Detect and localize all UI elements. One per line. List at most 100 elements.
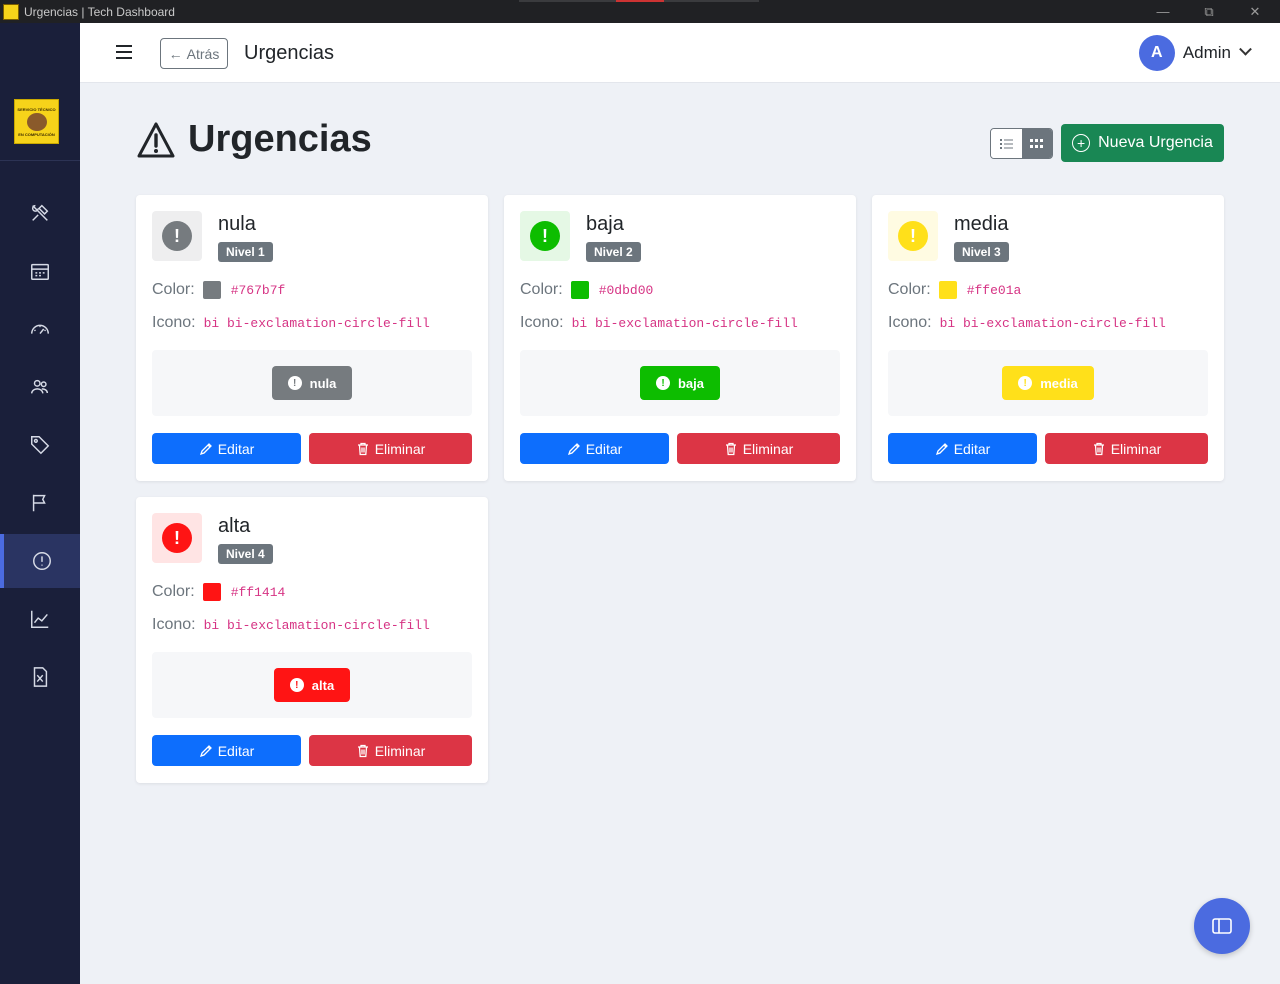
pencil-icon bbox=[935, 442, 948, 455]
speedometer-icon bbox=[31, 324, 49, 335]
urgency-card: ! baja Nivel 2 Color: #0dbd00 Icono: bi … bbox=[504, 195, 856, 481]
exclamation-circle-icon: ! bbox=[1018, 376, 1033, 390]
logo-text-top: SERVICIO TÉCNICO bbox=[17, 106, 56, 112]
list-view-button[interactable] bbox=[991, 129, 1022, 158]
exclamation-circle-icon: ! bbox=[162, 523, 192, 553]
view-toggle bbox=[990, 128, 1053, 159]
sidebar-toggle-fab[interactable] bbox=[1194, 898, 1250, 954]
badge-preview: ! nula bbox=[152, 350, 472, 416]
icon-label: Icono: bbox=[152, 314, 196, 331]
preview-badge: ! nula bbox=[271, 366, 353, 400]
edit-label: Editar bbox=[217, 742, 255, 759]
delete-button[interactable]: Eliminar bbox=[309, 735, 472, 766]
sidebar-item-tools[interactable] bbox=[0, 186, 80, 240]
preview-badge: ! media bbox=[1002, 366, 1094, 400]
color-code: #ffe01a bbox=[966, 282, 1022, 298]
icon-row: Icono: bi bi-exclamation-circle-fill bbox=[520, 314, 798, 332]
badge-preview: ! baja bbox=[520, 350, 840, 416]
urgency-name: media bbox=[954, 213, 1009, 235]
icon-row: Icono: bi bi-exclamation-circle-fill bbox=[152, 616, 430, 634]
sidebar-item-users[interactable] bbox=[0, 360, 80, 414]
icon-class-code: bi bi-exclamation-circle-fill bbox=[571, 315, 798, 331]
back-label: Atrás bbox=[186, 45, 220, 62]
pencil-icon bbox=[199, 744, 212, 757]
edit-label: Editar bbox=[585, 440, 623, 457]
logo[interactable]: SERVICIO TÉCNICO EN COMPUTACIÓN bbox=[14, 99, 59, 144]
icon-row: Icono: bi bi-exclamation-circle-fill bbox=[152, 314, 430, 332]
delete-button[interactable]: Eliminar bbox=[1045, 433, 1208, 464]
preview-badge: ! baja bbox=[639, 366, 720, 400]
urgency-card: ! media Nivel 3 Color: #ffe01a Icono: bi… bbox=[872, 195, 1224, 481]
color-row: Color: #ffe01a bbox=[888, 281, 1021, 299]
arrow-left-icon: ← bbox=[168, 45, 183, 62]
page-heading: Urgencias bbox=[136, 118, 372, 161]
grid-view-button[interactable] bbox=[1021, 129, 1052, 158]
logo-text-bottom: EN COMPUTACIÓN bbox=[18, 131, 55, 137]
delete-label: Eliminar bbox=[374, 742, 426, 759]
edit-button[interactable]: Editar bbox=[152, 735, 301, 766]
tools-icon bbox=[31, 204, 49, 221]
sidebar-item-urgencias[interactable] bbox=[0, 534, 80, 588]
color-code: #767b7f bbox=[230, 282, 286, 298]
icon-class-code: bi bi-exclamation-circle-fill bbox=[939, 315, 1166, 331]
urgency-name: nula bbox=[218, 213, 256, 235]
trash-icon bbox=[357, 442, 368, 455]
plus-circle-icon: + bbox=[1072, 134, 1091, 152]
sidebar-item-tags[interactable] bbox=[0, 418, 80, 472]
color-code: #ff1414 bbox=[230, 584, 286, 600]
new-urgency-button[interactable]: + Nueva Urgencia bbox=[1061, 124, 1224, 162]
sidebar-item-flags[interactable] bbox=[0, 476, 80, 530]
trash-icon bbox=[725, 442, 736, 455]
edit-label: Editar bbox=[217, 440, 255, 457]
window-title: Urgencias | Tech Dashboard bbox=[24, 4, 175, 19]
edit-button[interactable]: Editar bbox=[520, 433, 669, 464]
hamburger-menu-icon[interactable] bbox=[116, 45, 132, 59]
exclamation-circle-icon: ! bbox=[289, 678, 304, 692]
sidebar-divider bbox=[0, 160, 80, 161]
top-header: ← Atrás Urgencias A Admin bbox=[80, 23, 1280, 83]
sidebar: SERVICIO TÉCNICO EN COMPUTACIÓN bbox=[0, 23, 80, 984]
color-swatch bbox=[202, 583, 221, 601]
level-badge: Nivel 4 bbox=[218, 544, 273, 564]
urgency-card: ! alta Nivel 4 Color: #ff1414 Icono: bi … bbox=[136, 497, 488, 783]
edit-button[interactable]: Editar bbox=[152, 433, 301, 464]
chevron-down-icon bbox=[1239, 42, 1252, 56]
sidebar-item-calendar[interactable] bbox=[0, 244, 80, 298]
close-window-button[interactable]: ✕ bbox=[1232, 0, 1278, 23]
color-swatch bbox=[202, 281, 221, 299]
delete-label: Eliminar bbox=[374, 440, 426, 457]
layout-sidebar-icon bbox=[1212, 918, 1232, 934]
level-badge: Nivel 3 bbox=[954, 242, 1009, 262]
app-icon bbox=[3, 3, 19, 20]
graph-icon bbox=[31, 610, 49, 628]
edit-button[interactable]: Editar bbox=[888, 433, 1037, 464]
titlebar-tab-accent bbox=[616, 0, 664, 2]
sidebar-item-reports[interactable] bbox=[0, 592, 80, 646]
pencil-icon bbox=[199, 442, 212, 455]
restore-button[interactable]: ⧉ bbox=[1186, 0, 1232, 23]
delete-button[interactable]: Eliminar bbox=[677, 433, 840, 464]
delete-button[interactable]: Eliminar bbox=[309, 433, 472, 464]
sidebar-item-export[interactable] bbox=[0, 650, 80, 704]
preview-badge: ! alta bbox=[273, 668, 351, 702]
sidebar-item-dashboard[interactable] bbox=[0, 302, 80, 356]
urgency-icon-box: ! bbox=[888, 211, 938, 261]
trash-icon bbox=[1093, 442, 1104, 455]
list-icon bbox=[999, 138, 1013, 149]
minimize-button[interactable]: — bbox=[1140, 0, 1186, 23]
color-swatch bbox=[570, 281, 589, 299]
urgency-icon-box: ! bbox=[152, 211, 202, 261]
exclamation-circle-icon: ! bbox=[530, 221, 560, 251]
urgency-card: ! nula Nivel 1 Color: #767b7f Icono: bi … bbox=[136, 195, 488, 481]
grid-icon bbox=[1030, 138, 1044, 148]
header-title: Urgencias bbox=[244, 42, 335, 64]
back-button[interactable]: ← Atrás bbox=[160, 38, 228, 69]
flag-icon bbox=[32, 494, 46, 512]
color-row: Color: #0dbd00 bbox=[520, 281, 653, 299]
user-name: Admin bbox=[1182, 43, 1231, 62]
users-icon bbox=[31, 379, 49, 394]
preview-badge-label: baja bbox=[677, 375, 704, 391]
color-code: #0dbd00 bbox=[598, 282, 654, 298]
color-label: Color: bbox=[520, 281, 563, 298]
user-menu[interactable]: A Admin bbox=[1138, 35, 1252, 71]
